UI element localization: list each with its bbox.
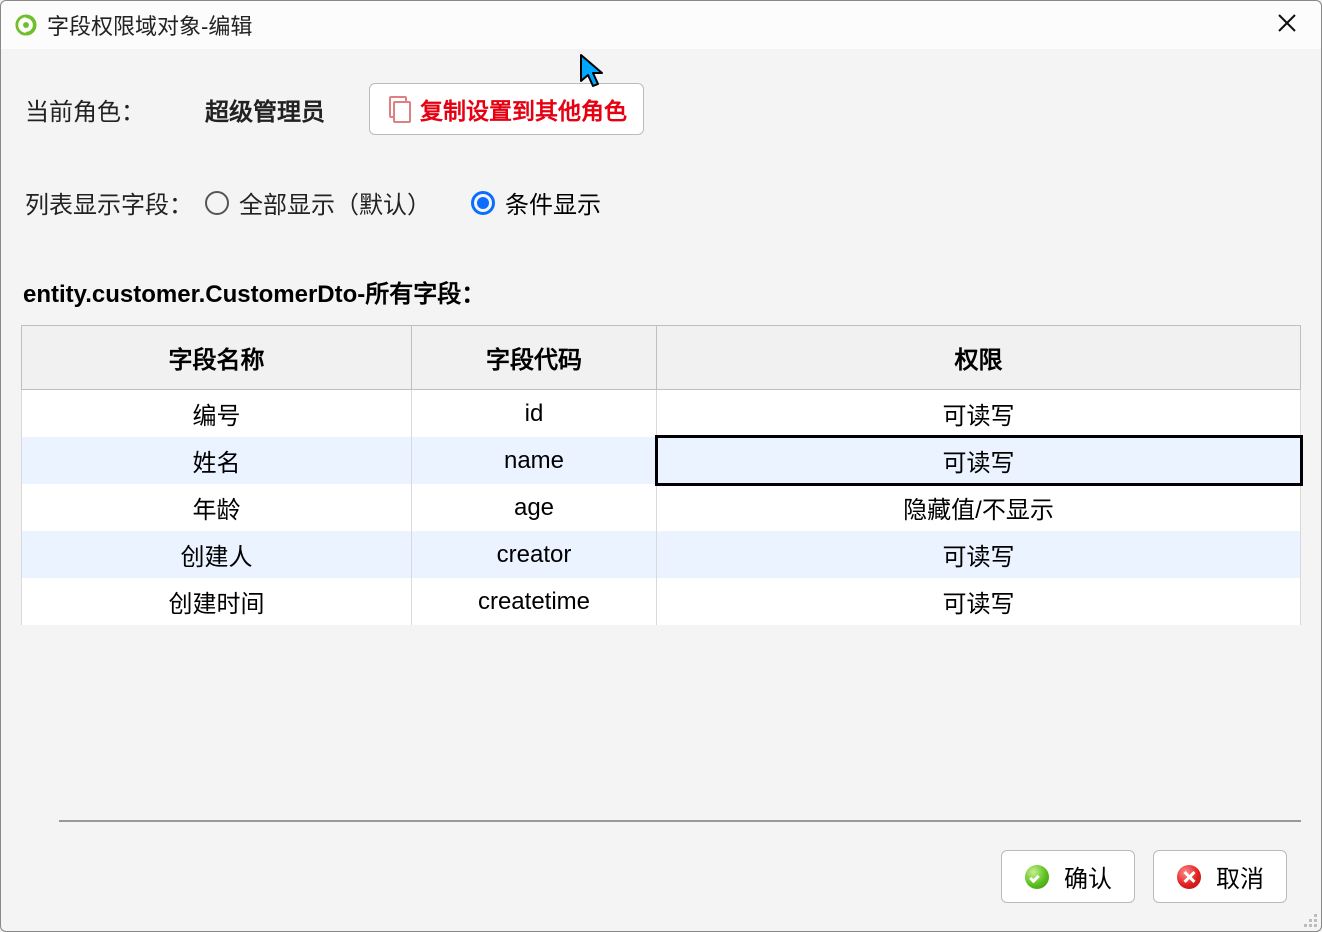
table-row[interactable]: 姓名 name 可读写: [22, 437, 1301, 484]
cancel-button[interactable]: 取消: [1153, 850, 1287, 903]
role-row: 当前角色： 超级管理员 复制设置到其他角色: [25, 83, 1311, 135]
radio-icon: [471, 191, 495, 215]
radio-conditional-label: 条件显示: [505, 185, 601, 220]
footer: 确认 取消: [11, 832, 1311, 921]
col-permission[interactable]: 权限: [657, 326, 1301, 390]
cell-perm[interactable]: 可读写: [657, 390, 1301, 438]
display-radio-group: 全部显示（默认） 条件显示: [205, 185, 601, 220]
table-row[interactable]: 创建人 creator 可读写: [22, 531, 1301, 578]
cancel-label: 取消: [1216, 859, 1264, 894]
cell-perm[interactable]: 可读写: [657, 437, 1301, 484]
copy-settings-button[interactable]: 复制设置到其他角色: [369, 83, 644, 135]
cell-code[interactable]: creator: [412, 531, 657, 578]
radio-icon: [205, 191, 229, 215]
role-label: 当前角色：: [25, 92, 205, 127]
content: 当前角色： 超级管理员 复制设置到其他角色 列表显示字段： 全部显示（默认） 条…: [1, 49, 1321, 931]
cell-name[interactable]: 编号: [22, 390, 412, 438]
cell-code[interactable]: id: [412, 390, 657, 438]
radio-all-label: 全部显示（默认）: [239, 185, 431, 220]
close-button[interactable]: [1267, 11, 1307, 40]
ok-icon: [1024, 864, 1050, 890]
titlebar: 字段权限域对象-编辑: [1, 1, 1321, 49]
cell-code[interactable]: age: [412, 484, 657, 531]
copy-settings-label: 复制设置到其他角色: [420, 92, 627, 126]
entity-label: entity.customer.CustomerDto-所有字段：: [23, 274, 1311, 309]
display-label: 列表显示字段：: [25, 185, 205, 220]
col-field-code[interactable]: 字段代码: [412, 326, 657, 390]
cell-code[interactable]: createtime: [412, 578, 657, 625]
display-row: 列表显示字段： 全部显示（默认） 条件显示: [25, 185, 1311, 220]
table-row[interactable]: 年龄 age 隐藏值/不显示: [22, 484, 1301, 531]
cell-name[interactable]: 创建人: [22, 531, 412, 578]
close-icon: [1275, 11, 1299, 35]
radio-conditional[interactable]: 条件显示: [471, 185, 601, 220]
ok-button[interactable]: 确认: [1001, 850, 1135, 903]
cell-code[interactable]: name: [412, 437, 657, 484]
cell-name[interactable]: 创建时间: [22, 578, 412, 625]
dialog-title: 字段权限域对象-编辑: [47, 9, 1267, 41]
cancel-icon: [1176, 864, 1202, 890]
fields-table: 字段名称 字段代码 权限 编号 id 可读写 姓名 name 可读写 年龄: [21, 325, 1301, 625]
dialog: 字段权限域对象-编辑 当前角色： 超级管理员 复制设置到其他角色 列表显示字段：…: [0, 0, 1322, 932]
table-row[interactable]: 编号 id 可读写: [22, 390, 1301, 438]
table-empty-area: [59, 625, 1301, 822]
cell-perm[interactable]: 可读写: [657, 531, 1301, 578]
copy-icon: [386, 96, 408, 122]
cell-name[interactable]: 姓名: [22, 437, 412, 484]
table-row[interactable]: 创建时间 createtime 可读写: [22, 578, 1301, 625]
cell-name[interactable]: 年龄: [22, 484, 412, 531]
resize-grip[interactable]: [1301, 911, 1317, 927]
role-value: 超级管理员: [205, 92, 365, 127]
cell-perm[interactable]: 可读写: [657, 578, 1301, 625]
radio-all[interactable]: 全部显示（默认）: [205, 185, 431, 220]
cell-perm[interactable]: 隐藏值/不显示: [657, 484, 1301, 531]
app-icon: [15, 14, 37, 36]
table-header-row: 字段名称 字段代码 权限: [22, 326, 1301, 390]
col-field-name[interactable]: 字段名称: [22, 326, 412, 390]
ok-label: 确认: [1064, 859, 1112, 894]
